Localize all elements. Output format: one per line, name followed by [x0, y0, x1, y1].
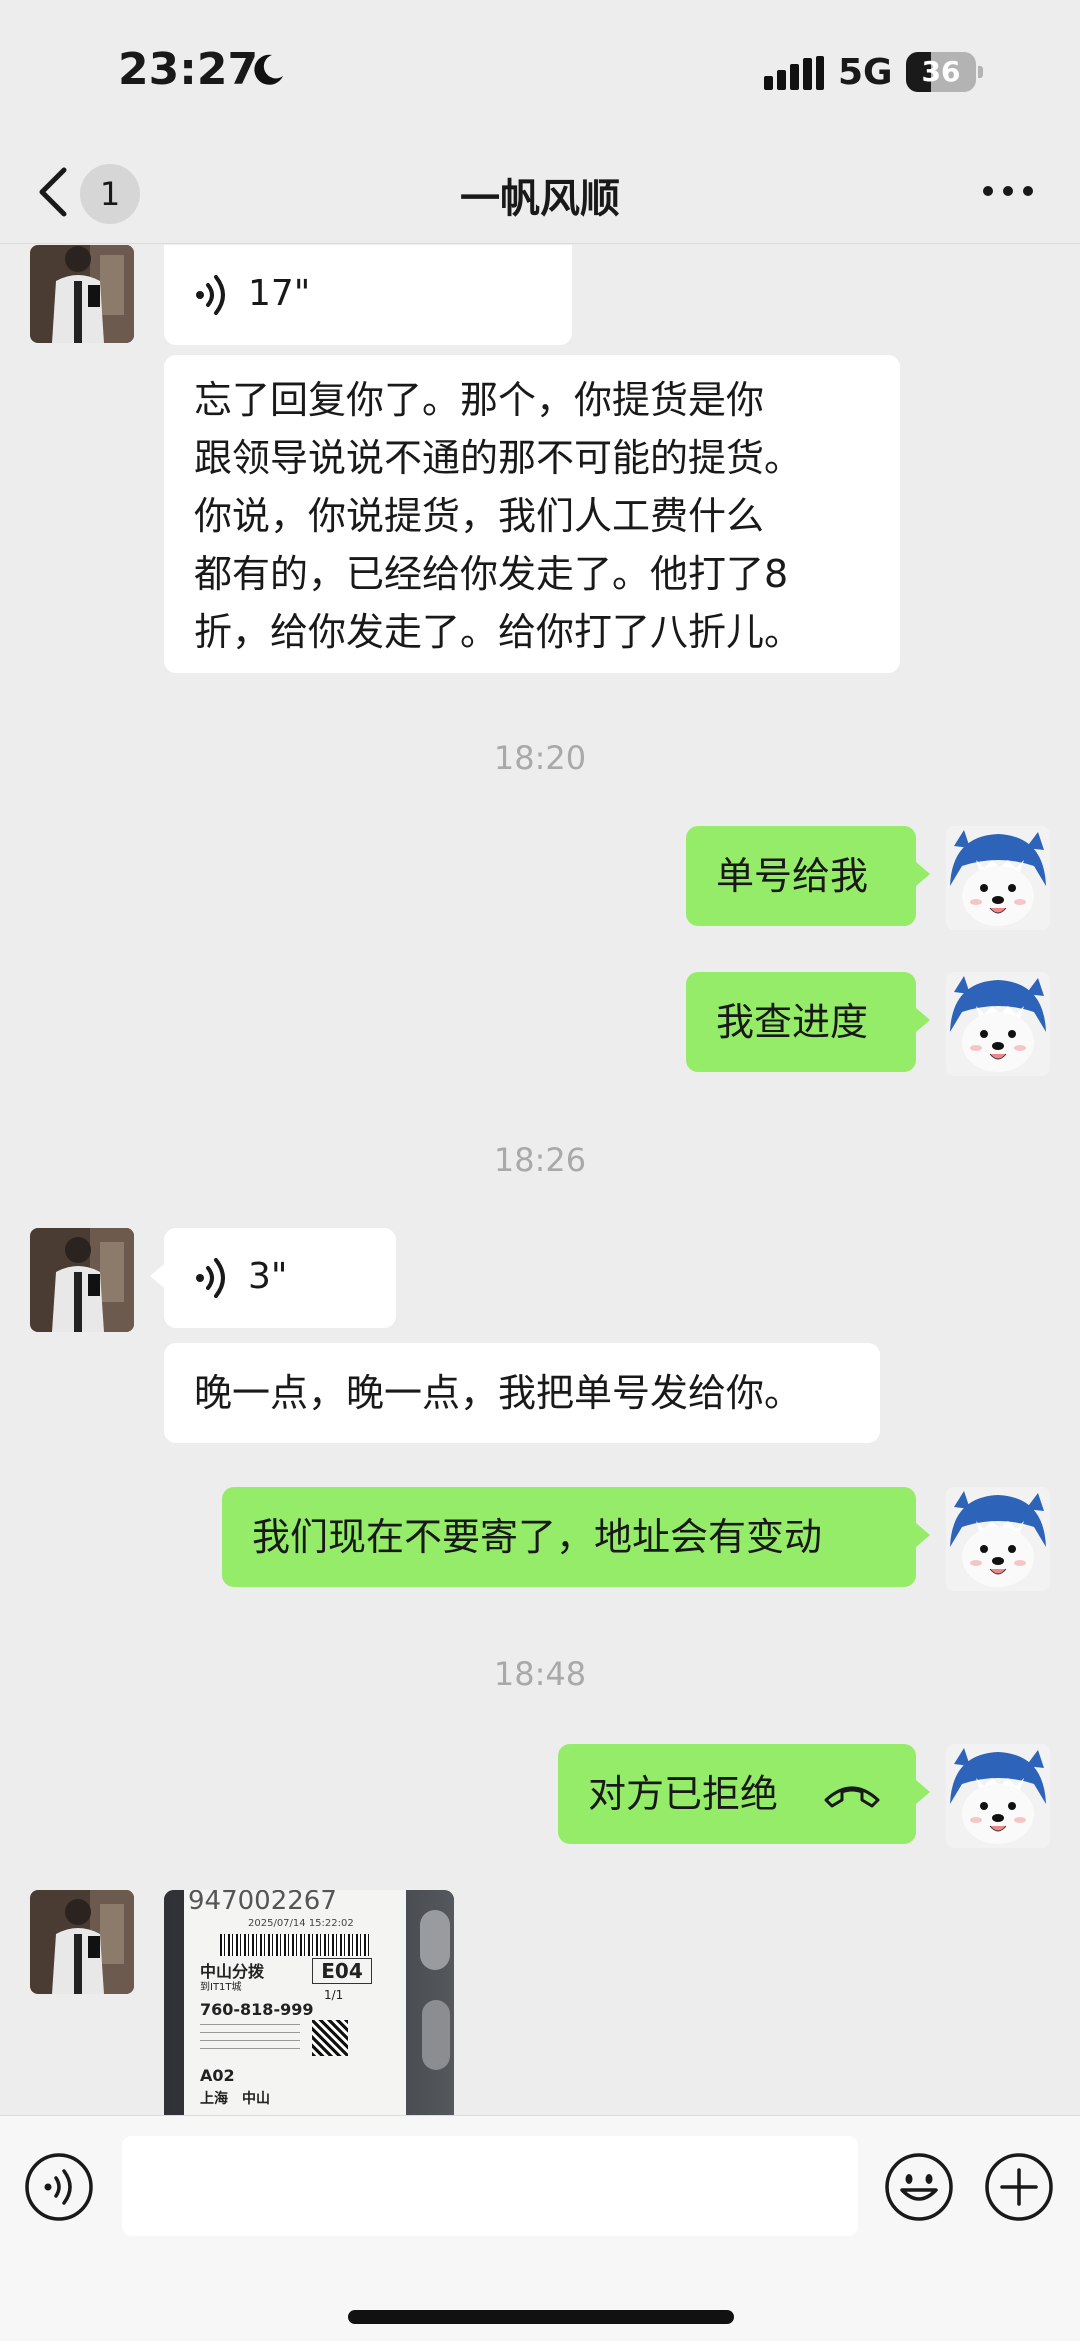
emoji-icon[interactable]: [884, 2152, 954, 2222]
message-line: 折，给你发走了。给你打了八折儿。: [194, 610, 803, 654]
label-code: 947002267: [188, 1890, 337, 1916]
message-line: 都有的，已经给你发走了。他打了8: [194, 552, 789, 596]
outgoing-message[interactable]: 我们现在不要寄了，地址会有变动: [222, 1487, 930, 1587]
text-message[interactable]: 忘了回复你了。那个，你提货是你 跟领导说说不通的那不可能的提货。 你说，你说提货…: [164, 355, 900, 673]
outgoing-message[interactable]: 我查进度: [686, 972, 930, 1072]
label-count: 1/1: [324, 1988, 344, 2002]
plus-icon[interactable]: [984, 2152, 1054, 2222]
photo-message[interactable]: 947002267 2025/07/14 15:22:02 中山分拨 到IT1T…: [164, 1890, 454, 2115]
status-bar: 23:27 5G 36: [0, 0, 1080, 140]
hangup-icon: [824, 1786, 880, 1808]
timestamp: 18:20: [493, 739, 587, 777]
chat-title: 一帆风顺: [460, 176, 620, 222]
voice-input-icon[interactable]: [24, 2152, 94, 2222]
label-city-from: 上海: [200, 2091, 228, 2107]
label-branch-sub: 到IT1T城: [200, 1982, 242, 1993]
my-avatar[interactable]: [946, 1487, 1050, 1591]
contact-avatar[interactable]: [30, 1890, 134, 1994]
label-city-to: 中山: [242, 2091, 270, 2107]
text-message[interactable]: 晚一点，晚一点，我把单号发给你。: [164, 1343, 880, 1443]
timestamp: 18:48: [493, 1655, 587, 1693]
voice-message[interactable]: 3": [150, 1228, 396, 1328]
outgoing-message[interactable]: 单号给我: [686, 826, 930, 926]
call-status-message[interactable]: 对方已拒绝: [558, 1744, 930, 1844]
status-time: 23:27: [118, 44, 259, 95]
battery-indicator: 36: [906, 52, 983, 92]
my-avatar[interactable]: [946, 826, 1050, 930]
label-slot: E04: [312, 1958, 372, 1984]
contact-avatar[interactable]: [30, 1228, 134, 1332]
voice-duration: 17": [248, 273, 311, 314]
my-avatar[interactable]: [946, 1744, 1050, 1848]
more-icon[interactable]: [980, 176, 1036, 206]
contact-avatar[interactable]: [30, 245, 134, 343]
message-input[interactable]: [122, 2136, 858, 2236]
battery-percent: 36: [921, 55, 961, 88]
voice-wave-icon: [196, 275, 225, 315]
network-type: 5G: [838, 52, 893, 93]
label-barcode: [220, 1934, 370, 1956]
chat-header: 1 一帆风顺: [0, 140, 1080, 244]
moon-icon: [254, 54, 283, 85]
my-avatar[interactable]: [946, 972, 1050, 1076]
home-indicator[interactable]: [348, 2310, 734, 2324]
label-zone: A02: [200, 2066, 235, 2085]
label-qr: [312, 2020, 348, 2056]
voice-message[interactable]: 17": [164, 245, 572, 345]
message-line: 你说，你说提货，我们人工费什么: [194, 494, 765, 538]
shipping-label: 947002267 2025/07/14 15:22:02 中山分拨 到IT1T…: [184, 1890, 406, 2115]
label-phone: 760-818-999: [200, 2000, 314, 2019]
label-date: 2025/07/14 15:22:02: [248, 1918, 354, 1929]
message-line: 跟领导说说不通的那不可能的提货。: [194, 436, 803, 480]
call-status-text: 对方已拒绝: [588, 1772, 779, 1816]
message-line: 忘了回复你了。那个，你提货是你: [194, 378, 765, 422]
voice-wave-icon: [196, 1258, 225, 1298]
input-bar: [0, 2115, 1080, 2341]
message-list[interactable]: 17" 忘了回复你了。那个，你提货是你 跟领导说说不通的那不可能的提货。 你说，…: [0, 245, 1080, 2115]
signal-icon: [764, 56, 824, 90]
voice-duration: 3": [248, 1256, 288, 1297]
timestamp: 18:26: [493, 1141, 587, 1179]
